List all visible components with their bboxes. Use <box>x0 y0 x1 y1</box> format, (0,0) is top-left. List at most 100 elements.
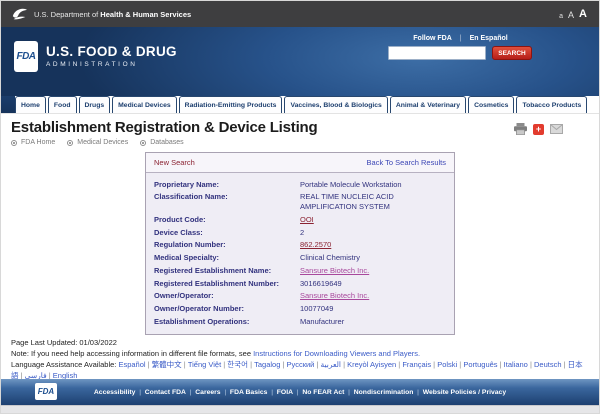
language-link[interactable]: فارسی <box>25 371 53 379</box>
nav-tab[interactable]: Tobacco Products <box>516 96 587 113</box>
footer-link[interactable]: Accessibility <box>94 389 145 396</box>
breadcrumb-bullet-icon <box>140 140 146 146</box>
fda-org-line1: U.S. FOOD & DRUG <box>46 44 177 59</box>
nav-tab[interactable]: Home <box>15 96 46 113</box>
footer-fda-logo[interactable]: FDA <box>35 383 57 400</box>
language-link[interactable]: Polski <box>437 360 463 369</box>
back-to-search-results-link[interactable]: Back To Search Results <box>367 158 446 167</box>
language-link[interactable]: 한국어 <box>227 360 254 369</box>
row-value: OOI <box>300 215 446 225</box>
en-espanol-link[interactable]: En Español <box>470 35 508 42</box>
page-header: Establishment Registration & Device List… <box>1 113 599 149</box>
row-label: Establishment Operations: <box>154 317 300 327</box>
nav-tab[interactable]: Food <box>48 96 77 113</box>
language-link[interactable]: Tagalog <box>254 360 286 369</box>
primary-nav: Home Food Drugs Medical Devices Radiatio… <box>1 96 599 113</box>
table-row: Medical Specialty: Clinical Chemistry <box>154 252 446 265</box>
language-link[interactable]: Tiếng Việt <box>188 360 227 369</box>
footer-nav-bar: FDA Accessibility Contact FDA Careers FD… <box>1 379 599 405</box>
footer-info: Page Last Updated: 01/03/2022 Note: If y… <box>1 333 599 379</box>
text-size-large-button[interactable]: A <box>579 9 587 20</box>
language-assistance: Language Assistance Available: Español繁體… <box>11 360 589 379</box>
table-row: Owner/Operator Number: 10077049 <box>154 303 446 316</box>
follow-fda-link[interactable]: Follow FDA <box>413 35 452 42</box>
footer-link[interactable]: No FEAR Act <box>302 389 353 396</box>
page-last-updated: Page Last Updated: 01/03/2022 <box>11 338 589 349</box>
row-value: 3016619649 <box>300 279 446 289</box>
row-label: Device Class: <box>154 228 300 238</box>
search-input[interactable] <box>388 46 486 60</box>
hhs-eagle-logo-icon <box>11 7 28 22</box>
row-value: Sansure Biotech Inc. <box>300 266 446 276</box>
nav-tab[interactable]: Animal & Veterinary <box>390 96 466 113</box>
hhs-home-link[interactable]: U.S. Department of Health & Human Servic… <box>11 7 191 22</box>
footer-link[interactable]: FOIA <box>277 389 303 396</box>
row-value: Portable Molecule Workstation <box>300 180 446 190</box>
breadcrumb-label: Databases <box>150 139 183 146</box>
footer-link[interactable]: Careers <box>195 389 230 396</box>
language-link[interactable]: Español <box>118 360 151 369</box>
row-value: REAL TIME NUCLEIC ACID AMPLIFICATION SYS… <box>300 192 446 212</box>
hhs-top-bar: U.S. Department of Health & Human Servic… <box>1 1 599 27</box>
nav-tab[interactable]: Radiation-Emitting Products <box>179 96 283 113</box>
row-label: Registered Establishment Number: <box>154 279 300 289</box>
footer-link[interactable]: Website Policies / Privacy <box>423 389 506 396</box>
language-link[interactable]: Kreyòl Ayisyen <box>347 360 402 369</box>
viewers-players-link[interactable]: Instructions for Downloading Viewers and… <box>253 349 420 358</box>
share-plus-icon[interactable]: + <box>533 124 544 135</box>
print-icon[interactable] <box>514 123 527 135</box>
row-label: Product Code: <box>154 215 300 225</box>
bottom-strip <box>1 405 599 414</box>
new-search-link[interactable]: New Search <box>154 158 195 167</box>
page-action-icons: + <box>514 123 563 135</box>
main-content: New Search Back To Search Results Propri… <box>1 149 599 333</box>
row-label: Regulation Number: <box>154 240 300 250</box>
language-link[interactable]: English <box>53 371 78 379</box>
language-link[interactable]: Português <box>463 360 503 369</box>
row-label: Owner/Operator: <box>154 291 300 301</box>
table-row: Product Code: OOI <box>154 213 446 226</box>
nav-tab[interactable]: Cosmetics <box>468 96 514 113</box>
nav-tab[interactable]: Medical Devices <box>112 96 177 113</box>
footer-link[interactable]: FDA Basics <box>230 389 277 396</box>
table-row: Device Class: 2 <box>154 226 446 239</box>
table-row: Proprietary Name: Portable Molecule Work… <box>154 178 446 191</box>
nav-tab[interactable]: Vaccines, Blood & Biologics <box>284 96 387 113</box>
language-link[interactable]: 繁體中文 <box>152 360 188 369</box>
search-button[interactable]: SEARCH <box>492 46 532 60</box>
row-label: Owner/Operator Number: <box>154 304 300 314</box>
fda-org-name: U.S. FOOD & DRUG ADMINISTRATION <box>46 44 177 68</box>
text-size-controls: a A A <box>559 9 587 20</box>
table-row: Owner/Operator: Sansure Biotech Inc. <box>154 290 446 303</box>
breadcrumb-item[interactable]: Databases <box>140 139 183 146</box>
row-value: 2 <box>300 228 446 238</box>
nav-tab[interactable]: Drugs <box>79 96 111 113</box>
footer-link[interactable]: Nondiscrimination <box>354 389 423 396</box>
language-link[interactable]: Deutsch <box>534 360 568 369</box>
table-row: Establishment Operations: Manufacturer <box>154 315 446 328</box>
email-icon[interactable] <box>550 124 563 134</box>
footer-link[interactable]: Contact FDA <box>145 389 196 396</box>
language-link[interactable]: العربية <box>321 360 348 369</box>
breadcrumb-bullet-icon <box>67 140 73 146</box>
row-label: Classification Name: <box>154 192 300 212</box>
banner-links: Follow FDA | En Español <box>388 35 533 42</box>
text-size-medium-button[interactable]: A <box>568 11 574 20</box>
table-row: Classification Name: REAL TIME NUCLEIC A… <box>154 191 446 214</box>
row-value: Manufacturer <box>300 317 446 327</box>
breadcrumb-item[interactable]: FDA Home <box>11 139 55 146</box>
breadcrumb-item[interactable]: Medical Devices <box>67 139 128 146</box>
text-size-small-button[interactable]: a <box>559 13 563 20</box>
language-link[interactable]: Français <box>402 360 437 369</box>
device-detail-panel: New Search Back To Search Results Propri… <box>145 152 455 335</box>
language-link[interactable]: Русский <box>287 360 321 369</box>
banner-search-area: Follow FDA | En Español SEARCH <box>388 35 533 60</box>
table-row: Registered Establishment Name: Sansure B… <box>154 264 446 277</box>
language-link[interactable]: Italiano <box>504 360 534 369</box>
row-label: Proprietary Name: <box>154 180 300 190</box>
nav-left-spacer <box>1 96 15 113</box>
formats-note: Note: If you need help accessing informa… <box>11 349 589 360</box>
fda-registration-page: U.S. Department of Health & Human Servic… <box>0 0 600 414</box>
fda-logo[interactable]: FDA <box>14 41 38 72</box>
breadcrumb: FDA Home Medical Devices Databases <box>11 139 589 146</box>
